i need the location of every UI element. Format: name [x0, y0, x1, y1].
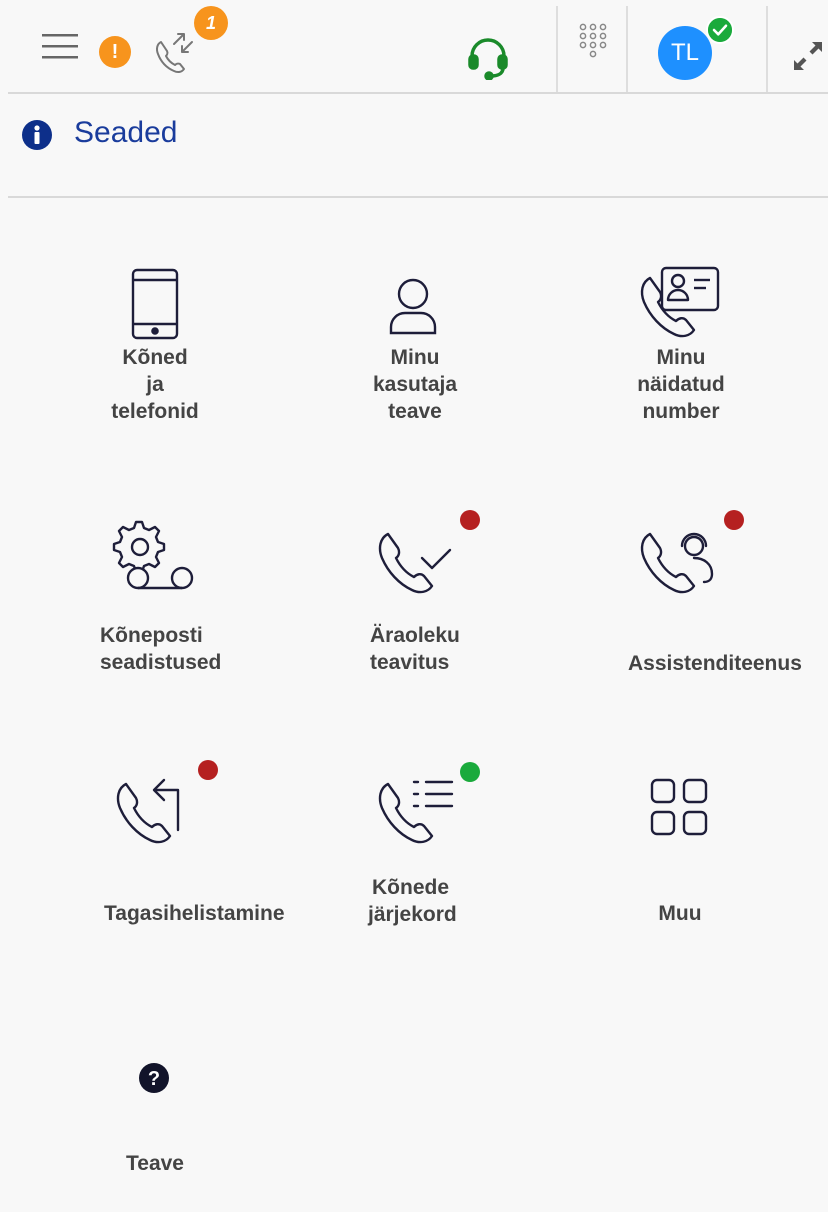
tile-label: Kõned ja telefonid [111, 346, 199, 423]
call-queue-icon [378, 780, 454, 844]
grid-icon [650, 778, 708, 836]
tile-label: Muu [658, 902, 702, 925]
alert-icon[interactable]: ! [99, 36, 131, 68]
page-header: Seaded [8, 94, 828, 198]
tile-voicemail-settings[interactable]: Kõneposti seadistused [100, 518, 250, 678]
headset-icon[interactable] [466, 34, 510, 80]
tile-calls-and-phones[interactable]: Kõned ja telefonid [100, 266, 210, 431]
phone-id-card-icon [640, 266, 720, 338]
separator [556, 6, 558, 92]
separator [766, 6, 768, 92]
phone-check-icon [378, 532, 452, 594]
tile-label: Äraoleku teavitus [370, 624, 460, 674]
expand-icon[interactable] [788, 36, 828, 76]
page-title: Seaded [74, 116, 178, 149]
mobile-phone-icon [131, 268, 179, 340]
phone-assistant-icon [640, 532, 714, 594]
tile-label: Teave [126, 1152, 184, 1175]
presence-check-icon [706, 16, 734, 44]
voicemail-settings-icon [112, 520, 194, 590]
top-bar: ! 1 TL [8, 6, 828, 94]
callback-icon [116, 778, 180, 844]
status-dot-green [460, 762, 480, 782]
tile-my-displayed-number[interactable]: Minu näidatud number [618, 264, 744, 431]
tile-label: Minu näidatud number [637, 346, 725, 423]
tile-label: Assistenditeenus [628, 652, 802, 675]
avatar[interactable]: TL [658, 26, 712, 80]
tile-assistant-service[interactable]: Assistenditeenus [628, 510, 828, 678]
status-dot-red [460, 510, 480, 530]
separator [626, 6, 628, 92]
help-icon: ? [139, 1063, 169, 1093]
tile-callback[interactable]: Tagasihelistamine [100, 760, 312, 930]
transfer-count-badge: 1 [194, 6, 228, 40]
tile-my-user-info[interactable]: Minu kasutaja teave [360, 266, 470, 431]
status-dot-red [198, 760, 218, 780]
user-icon [389, 278, 437, 335]
menu-icon[interactable] [42, 32, 80, 62]
tile-absence-notification[interactable]: Äraoleku teavitus [360, 510, 490, 678]
svg-text:?: ? [148, 1068, 160, 1090]
tile-label: Tagasihelistamine [104, 902, 285, 925]
call-transfer-icon[interactable] [150, 30, 202, 82]
tile-info[interactable]: ? Teave [110, 1056, 200, 1180]
dialpad-icon[interactable] [578, 22, 608, 66]
tile-label: Kõnede järjekord [368, 876, 457, 926]
info-icon [22, 120, 52, 150]
tile-other[interactable]: Muu [630, 760, 730, 930]
status-dot-red [724, 510, 744, 530]
tile-label: Minu kasutaja teave [372, 346, 458, 423]
tile-label: Kõneposti seadistused [100, 624, 222, 674]
tile-call-queue[interactable]: Kõnede järjekord [360, 760, 490, 930]
